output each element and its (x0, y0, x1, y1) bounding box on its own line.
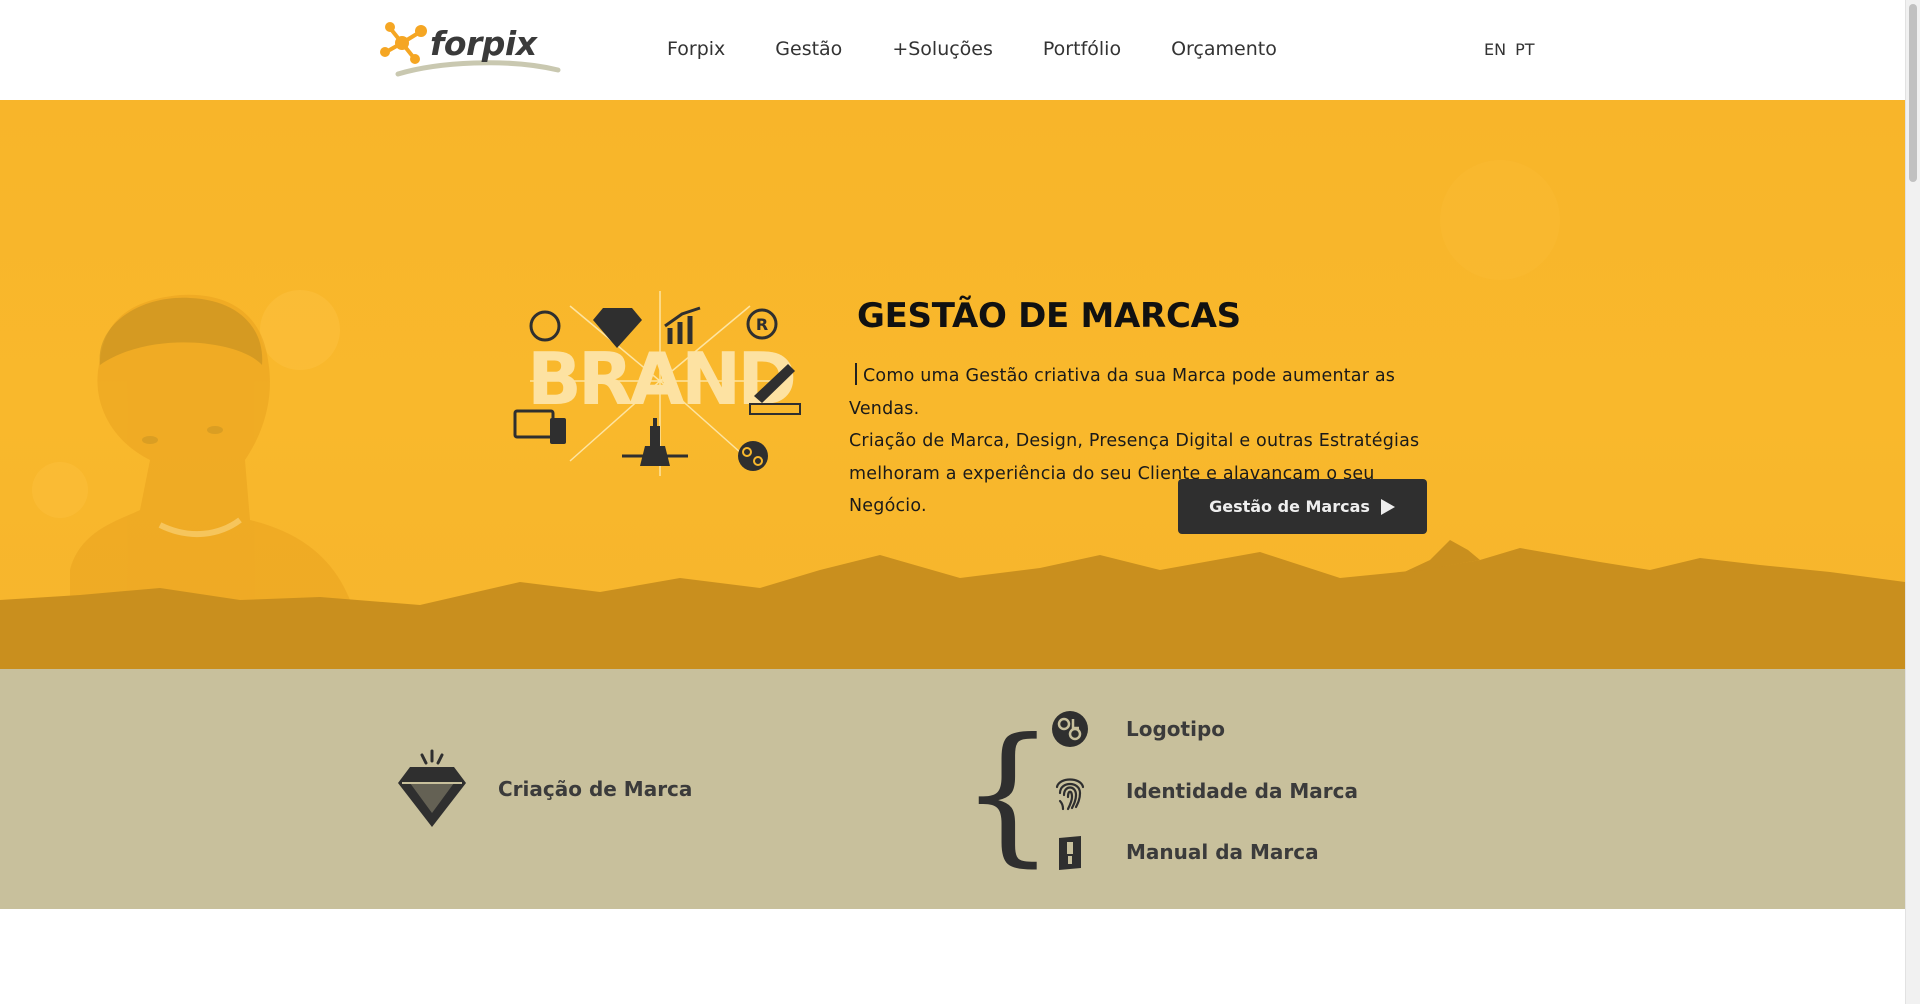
main-nav: Forpix Gestão +Soluções Portfólio Orçame… (667, 38, 1327, 60)
service-main-label: Criação de Marca (498, 777, 693, 801)
service-manual[interactable]: Manual da Marca (1051, 832, 1319, 872)
nav-solucoes[interactable]: +Soluções (892, 38, 993, 60)
svg-text:R: R (756, 315, 768, 334)
brace-bracket: { (960, 707, 1056, 881)
language-switcher: EN PT (1484, 40, 1535, 59)
play-icon (1380, 498, 1395, 515)
brand-illustration: BRAND R (513, 291, 801, 476)
nav-gestao[interactable]: Gestão (775, 38, 842, 60)
page-scrollbar[interactable] (1905, 0, 1920, 1004)
brand-art-text: BRAND (527, 337, 793, 421)
gestao-de-marcas-button[interactable]: Gestão de Marcas (1178, 479, 1427, 534)
service-manual-label: Manual da Marca (1126, 840, 1319, 864)
nav-orcamento[interactable]: Orçamento (1171, 38, 1277, 60)
nav-forpix[interactable]: Forpix (667, 38, 725, 60)
hero-section: BRAND R GESTÃO DE MARCAS Como uma Gestão… (0, 100, 1905, 669)
hero-desc-line2: Criação de Marca, Design, Presença Digit… (849, 431, 1420, 451)
text-cursor (855, 363, 857, 385)
service-criacao-de-marca[interactable]: Criação de Marca (396, 749, 692, 829)
logo-badge-icon (1052, 711, 1088, 747)
hero-desc-line1: Como uma Gestão criativa da sua Marca po… (849, 366, 1396, 419)
diamond-icon (398, 749, 466, 827)
hero-button-label: Gestão de Marcas (1209, 497, 1370, 516)
lang-pt[interactable]: PT (1515, 40, 1534, 59)
hero-title: GESTÃO DE MARCAS (857, 296, 1241, 336)
forpix-logo[interactable]: forpix (378, 18, 563, 82)
service-logotipo[interactable]: Logotipo (1051, 710, 1225, 748)
manual-icon (1059, 836, 1081, 870)
lang-en[interactable]: EN (1484, 40, 1506, 59)
nav-portfolio[interactable]: Portfólio (1043, 38, 1121, 60)
site-header: forpix Forpix Gestão +Soluções Portfólio… (0, 0, 1905, 100)
service-logotipo-label: Logotipo (1126, 717, 1226, 741)
service-identidade-label: Identidade da Marca (1126, 779, 1359, 803)
logo-wordmark: forpix (430, 24, 537, 63)
scrollbar-thumb[interactable] (1909, 4, 1917, 182)
services-band: Criação de Marca { Logotipo Identidade d… (0, 669, 1905, 909)
fingerprint-icon (1055, 778, 1085, 811)
service-identidade[interactable]: Identidade da Marca (1051, 771, 1358, 811)
